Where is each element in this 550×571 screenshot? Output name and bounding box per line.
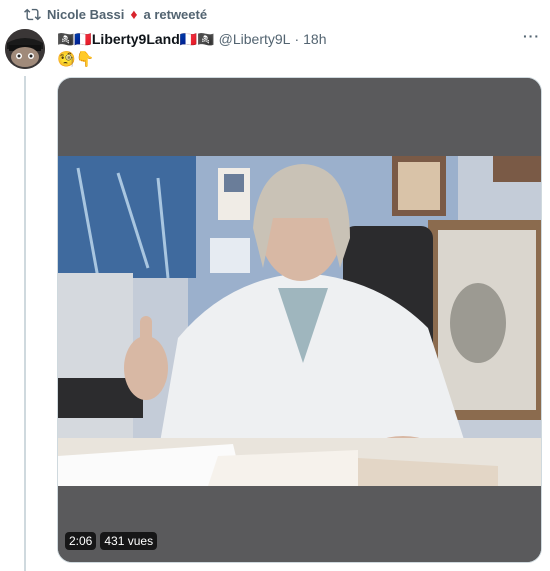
video-player[interactable] — [57, 77, 542, 563]
more-options-icon[interactable]: ··· — [523, 28, 540, 44]
retweet-icon — [24, 8, 41, 20]
separator-dot: · — [294, 31, 300, 47]
thread-line — [24, 76, 26, 571]
flag-emoji-suffix: 🇫🇷🏴‍☠️ — [179, 30, 215, 47]
user-handle[interactable]: @Liberty9L — [219, 31, 291, 47]
avatar-image — [5, 29, 45, 69]
timestamp[interactable]: 18h — [303, 31, 326, 47]
tweet-header: 🏴‍☠️🇫🇷 Liberty9Land 🇫🇷🏴‍☠️ @Liberty9L · … — [57, 29, 540, 49]
red-diamond-icon: ♦ — [130, 6, 138, 22]
retweet-suffix: a retweeté — [143, 6, 208, 22]
avatar[interactable] — [5, 29, 45, 69]
video-duration: 2:06 — [65, 532, 97, 550]
display-name[interactable]: Liberty9Land — [92, 31, 180, 47]
retweet-indicator: Nicole Bassi ♦ a retweeté — [24, 3, 207, 25]
video-meta: 2:06 431 vues — [65, 532, 158, 550]
video-frame — [58, 78, 541, 562]
retweeter-name[interactable]: Nicole Bassi — [47, 7, 124, 22]
video-views: 431 vues — [100, 532, 158, 550]
tweet-text: 🧐👇 — [57, 51, 95, 68]
flag-emoji-prefix: 🏴‍☠️🇫🇷 — [57, 30, 92, 47]
